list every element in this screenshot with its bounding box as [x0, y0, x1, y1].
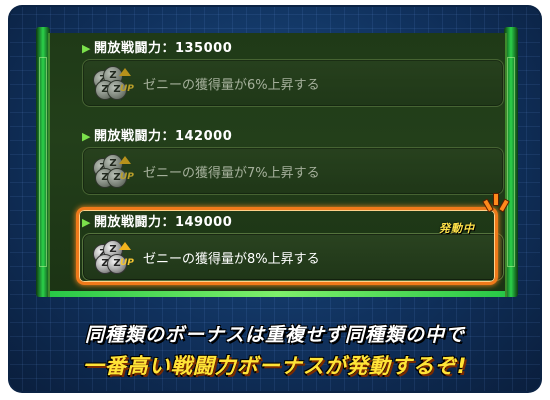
up-arrow-icon	[119, 156, 131, 164]
caption-line-1: 同種類のボーナスは重複せず同種類の中で	[84, 324, 465, 346]
bonus-effect-1: ゼニーの獲得量が6%上昇する	[143, 78, 320, 93]
up-label: UP	[120, 84, 134, 94]
active-bonus-highlight: 発動中	[76, 207, 498, 285]
active-badge: 発動中	[439, 222, 475, 235]
zeni-up-icon: Z Z Z Z UP	[91, 154, 135, 188]
bonus-effect-2: ゼニーの獲得量が7%上昇する	[143, 166, 320, 181]
bonus-header-text: 開放戦闘力：142000	[93, 129, 233, 144]
up-arrow-icon	[119, 68, 131, 76]
bonus-card-2: Z Z Z Z UP ゼニーの獲得量が7%上昇する	[82, 147, 504, 195]
bonus-panel-frame: ▶開放戦闘力：135000 Z Z Z Z UP ゼニーの獲得量が6%上昇する …	[8, 5, 542, 393]
triangle-marker-icon: ▶	[82, 130, 91, 143]
zeni-up-icon: Z Z Z Z UP	[91, 66, 135, 100]
bonus-card-1: Z Z Z Z UP ゼニーの獲得量が6%上昇する	[82, 59, 504, 107]
caption-line-2: 一番高い戦闘力ボーナスが発動するぞ!	[82, 354, 468, 378]
bonus-header-1: ▶ 開放戦闘力：135000	[82, 41, 232, 57]
bonus-header-text: 開放戦闘力：135000	[93, 41, 233, 56]
alert-burst-icon	[482, 191, 510, 215]
up-label: UP	[120, 172, 134, 182]
bonus-header-2: ▶ 開放戦闘力：142000	[82, 129, 232, 145]
triangle-marker-icon: ▶	[82, 42, 91, 55]
